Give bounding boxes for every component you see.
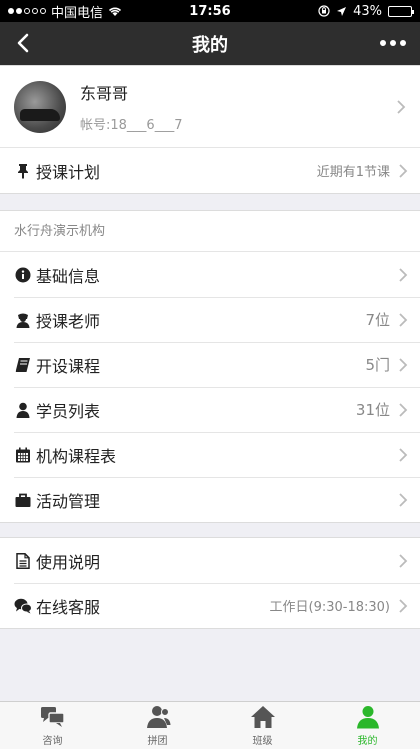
nav-bar: 我的 [0, 22, 420, 65]
back-button[interactable] [10, 30, 36, 56]
teaching-plan-label: 授课计划 [36, 162, 101, 182]
battery-icon [388, 5, 414, 17]
info-icon [14, 266, 32, 284]
page-title: 我的 [192, 34, 228, 56]
chat-bubbles-icon [40, 704, 66, 730]
org-item-value: 7位 [365, 311, 390, 329]
user-icon [14, 401, 32, 419]
battery-percent: 43% [353, 3, 382, 19]
pin-icon [14, 162, 32, 180]
chevron-right-icon [397, 99, 406, 114]
help-item-label: 使用说明 [36, 552, 101, 572]
calendar-icon [14, 446, 32, 464]
chevron-right-icon [399, 267, 408, 282]
carrier-label: 中国电信 [51, 5, 104, 21]
chevron-right-icon [399, 163, 408, 178]
tab-consult[interactable]: 咨询 [0, 702, 105, 749]
chevron-right-icon [399, 312, 408, 327]
more-button[interactable] [380, 40, 406, 46]
chat-icon [14, 597, 32, 615]
tab-class[interactable]: 班级 [210, 702, 315, 749]
org-section: 基础信息 授课老师 7位 开设课程 5门 学员列表 31位 机构课程表 活动管理 [0, 252, 420, 523]
org-item-label: 学员列表 [36, 401, 101, 421]
help-section: 使用说明 在线客服 工作日(9:30-18:30) [0, 537, 420, 629]
status-time: 17:56 [189, 3, 231, 19]
chevron-right-icon [399, 447, 408, 462]
profile-section: 东哥哥 帐号:18___6___7 授课计划 近期有1节课 [0, 65, 420, 194]
org-item-teachers[interactable]: 授课老师 7位 [0, 297, 420, 342]
tab-mine[interactable]: 我的 [315, 702, 420, 749]
org-name: 水行舟演示机构 [0, 210, 420, 252]
chevron-right-icon [399, 598, 408, 613]
org-item-schedule[interactable]: 机构课程表 [0, 432, 420, 477]
tab-label: 我的 [357, 736, 378, 747]
org-item-label: 机构课程表 [36, 446, 117, 466]
org-item-students[interactable]: 学员列表 31位 [0, 387, 420, 432]
book-icon [14, 356, 32, 374]
profile-account: 帐号:18___6___7 [80, 118, 183, 133]
home-icon [250, 704, 276, 730]
tab-bar: 咨询 拼团 班级 我的 [0, 701, 420, 749]
status-right: 43% [252, 3, 414, 19]
help-item-instructions[interactable]: 使用说明 [0, 538, 420, 583]
org-item-value: 31位 [355, 401, 390, 419]
chevron-right-icon [399, 357, 408, 372]
teacher-icon [14, 311, 32, 329]
org-item-value: 5门 [365, 356, 390, 374]
help-item-customer-service[interactable]: 在线客服 工作日(9:30-18:30) [0, 583, 420, 628]
signal-icon [8, 8, 46, 14]
page-content: 东哥哥 帐号:18___6___7 授课计划 近期有1节课 水行舟演示机构 基础… [0, 65, 420, 629]
avatar [14, 80, 66, 133]
org-item-label: 授课老师 [36, 311, 101, 331]
status-left: 中国电信 [8, 2, 168, 21]
help-item-label: 在线客服 [36, 597, 101, 617]
org-item-label: 开设课程 [36, 356, 101, 376]
tab-label: 咨询 [42, 736, 63, 747]
tab-label: 拼团 [147, 736, 168, 747]
tab-group-buy[interactable]: 拼团 [105, 702, 210, 749]
group-icon [145, 704, 171, 730]
profile-name: 东哥哥 [80, 84, 129, 103]
org-item-courses[interactable]: 开设课程 5门 [0, 342, 420, 387]
chevron-right-icon [399, 553, 408, 568]
rotation-lock-icon [318, 5, 330, 17]
location-icon [337, 6, 347, 16]
org-item-basic-info[interactable]: 基础信息 [0, 252, 420, 297]
chevron-right-icon [399, 402, 408, 417]
org-item-activities[interactable]: 活动管理 [0, 477, 420, 522]
status-bar: 中国电信 17:56 43% [0, 0, 420, 22]
briefcase-icon [14, 491, 32, 509]
chevron-left-icon [17, 33, 29, 53]
help-item-value: 工作日(9:30-18:30) [269, 600, 391, 615]
wifi-icon [108, 7, 122, 16]
document-icon [14, 552, 32, 570]
org-item-label: 基础信息 [36, 266, 101, 286]
person-icon [355, 704, 381, 730]
tab-label: 班级 [252, 736, 273, 747]
profile-row[interactable]: 东哥哥 帐号:18___6___7 [0, 66, 420, 148]
teaching-plan-value: 近期有1节课 [316, 165, 390, 180]
teaching-plan-row[interactable]: 授课计划 近期有1节课 [0, 148, 420, 193]
chevron-right-icon [399, 492, 408, 507]
more-dots-icon [380, 40, 406, 46]
profile-info: 东哥哥 帐号:18___6___7 [80, 80, 396, 133]
org-item-label: 活动管理 [36, 491, 101, 511]
